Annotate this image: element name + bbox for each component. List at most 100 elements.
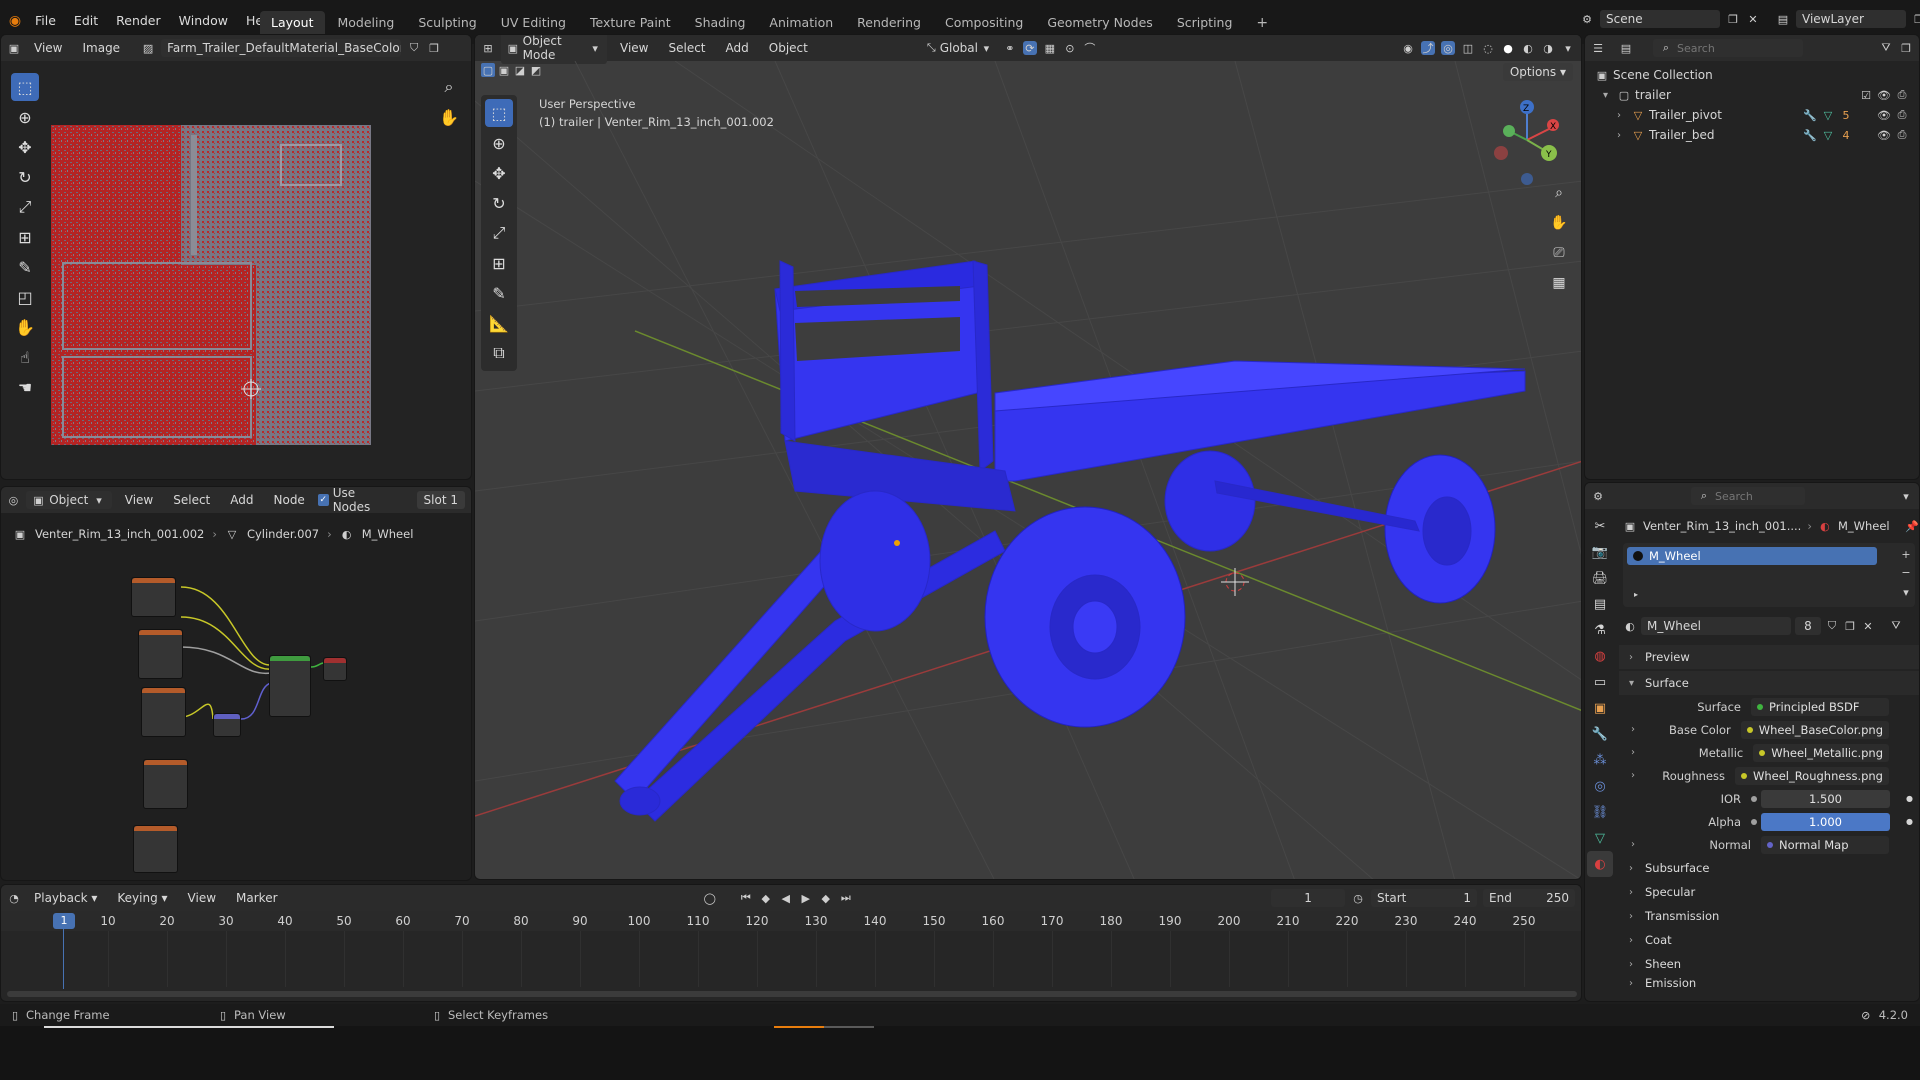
viewport-scene[interactable] <box>475 61 1582 880</box>
scale-tool-icon[interactable]: ⤢ <box>11 193 39 221</box>
image-name-field[interactable]: Farm_Trailer_DefaultMaterial_BaseColor.p… <box>161 39 402 57</box>
chevron-right-icon[interactable]: › <box>1631 770 1639 781</box>
properties-search-input[interactable] <box>1715 489 1795 503</box>
viewport-select-menu[interactable]: Select <box>661 39 712 57</box>
cursor-tool-icon[interactable]: ⊕ <box>11 103 39 131</box>
view-layer-tab-icon[interactable]: ▤ <box>1587 591 1613 617</box>
tab-layout[interactable]: Layout <box>260 11 325 35</box>
timeline-view-menu[interactable]: View <box>181 889 223 907</box>
relax-tool-icon[interactable]: ☝ <box>11 343 39 371</box>
grab-tool-icon[interactable]: ✋ <box>11 313 39 341</box>
start-frame-field[interactable]: Start 1 <box>1371 889 1478 907</box>
image-menu[interactable]: Image <box>75 39 127 57</box>
expand-list-icon[interactable]: ▸ <box>1629 587 1643 601</box>
viewport-object-menu[interactable]: Object <box>762 39 815 57</box>
node-link-icon[interactable]: ⛛ <box>1889 619 1903 633</box>
fake-user-shield-icon[interactable]: ⛉ <box>1825 619 1839 633</box>
coat-section[interactable]: › Coat <box>1619 928 1919 952</box>
tool-tab-icon[interactable]: ✂ <box>1587 513 1613 539</box>
next-keyframe-icon[interactable]: ◆ <box>819 891 833 905</box>
mesh-data-icon[interactable]: ▽ <box>1821 128 1835 142</box>
jump-end-icon[interactable]: ⏭ <box>839 891 853 905</box>
scene-selector[interactable]: Scene <box>1600 10 1720 28</box>
visibility-icon[interactable]: ◉ <box>1401 41 1415 55</box>
current-frame-field[interactable]: 1 <box>1271 889 1346 907</box>
mesh-data-icon[interactable]: ▽ <box>1821 108 1835 122</box>
display-mode-icon[interactable]: ▤ <box>1619 41 1633 55</box>
chevron-down-icon[interactable]: ▾ <box>1899 489 1913 503</box>
tab-scripting[interactable]: Scripting <box>1166 11 1244 35</box>
collection-row[interactable]: ▾ ▢ trailer ☑ 👁 ⎙ <box>1595 85 1909 105</box>
end-frame-field[interactable]: End 250 <box>1483 889 1576 907</box>
chevron-right-icon[interactable]: › <box>1617 110 1627 121</box>
view-layer-icon[interactable]: ▤ <box>1776 12 1790 26</box>
solid-shading-icon[interactable]: ● <box>1501 41 1515 55</box>
ortho-toggle-icon[interactable]: ▦ <box>1545 269 1573 297</box>
clock-icon[interactable]: ◷ <box>1351 891 1365 905</box>
falloff-icon[interactable]: ⌒ <box>1083 41 1097 55</box>
node-material-output[interactable] <box>323 657 347 681</box>
sheen-section[interactable]: › Sheen <box>1619 952 1919 976</box>
timeline-scrollbar[interactable] <box>7 991 1577 997</box>
world-tab-icon[interactable]: ◍ <box>1587 643 1613 669</box>
viewport-select-tool-icon[interactable]: ⬚ <box>485 99 513 127</box>
properties-editor-type-icon[interactable]: ⚙ <box>1591 489 1605 503</box>
viewport-rotate-tool-icon[interactable]: ↻ <box>485 189 513 217</box>
chevron-right-icon[interactable]: › <box>1631 747 1640 758</box>
chevron-right-icon[interactable]: › <box>1617 130 1627 141</box>
ior-field[interactable]: 1.500 <box>1761 789 1891 808</box>
tab-texture-paint[interactable]: Texture Paint <box>579 11 682 35</box>
eye-icon[interactable]: 👁 <box>1877 128 1891 142</box>
surface-section[interactable]: ▾ Surface <box>1619 671 1919 695</box>
overlay-toggle-icon[interactable]: ◎ <box>1441 41 1455 55</box>
duplicate-image-icon[interactable]: ❐ <box>427 41 441 55</box>
fake-user-icon[interactable]: ⛉ <box>407 41 421 55</box>
image-browse-icon[interactable]: ▨ <box>141 41 155 55</box>
xray-icon[interactable]: ◫ <box>1461 41 1475 55</box>
timeline-editor-type-icon[interactable]: ◔ <box>7 891 21 905</box>
transmission-section[interactable]: › Transmission <box>1619 904 1919 928</box>
viewport-editor-type-icon[interactable]: ⊞ <box>481 41 495 55</box>
node-normal-map[interactable] <box>213 713 241 737</box>
user-count-badge[interactable]: 8 <box>1795 617 1821 635</box>
menu-edit[interactable]: Edit <box>65 10 107 32</box>
rendered-shading-icon[interactable]: ◑ <box>1541 41 1555 55</box>
subsurface-section[interactable]: › Subsurface <box>1619 856 1919 880</box>
viewport-cursor-tool-icon[interactable]: ⊕ <box>485 129 513 157</box>
chevron-right-icon[interactable]: › <box>1631 839 1641 850</box>
node-principled-bsdf[interactable] <box>269 655 311 717</box>
keyframe-dot-icon[interactable]: ● <box>1906 817 1913 826</box>
proportional-edit-icon[interactable]: ⊙ <box>1063 41 1077 55</box>
pin-icon[interactable]: 📌 <box>1905 519 1919 533</box>
filter-icon[interactable]: ⛛ <box>1879 41 1893 55</box>
collection-checkbox-icon[interactable]: ☑ <box>1859 88 1873 102</box>
wireframe-shading-icon[interactable]: ◌ <box>1481 41 1495 55</box>
modifier-wrench-icon[interactable]: 🔧 <box>1803 108 1817 122</box>
unlink-material-icon[interactable]: ✕ <box>1861 619 1875 633</box>
select-tool-icon[interactable]: ⬚ <box>11 73 39 101</box>
menu-window[interactable]: Window <box>170 10 237 32</box>
viewport-measure-tool-icon[interactable]: 📐 <box>485 309 513 337</box>
tab-rendering[interactable]: Rendering <box>846 11 932 35</box>
preview-section[interactable]: › Preview <box>1619 645 1919 669</box>
blender-logo-icon[interactable]: ◉ <box>4 13 26 29</box>
slot-menu-icon[interactable]: ▾ <box>1899 585 1913 599</box>
play-reverse-icon[interactable]: ◀ <box>779 891 793 905</box>
material-slot-item[interactable]: M_Wheel <box>1627 547 1877 565</box>
pan-hand-icon[interactable]: ✋ <box>435 103 463 131</box>
material-name-field[interactable]: M_Wheel <box>1641 617 1791 635</box>
play-icon[interactable]: ▶ <box>799 891 813 905</box>
node-texture-2[interactable] <box>138 629 183 679</box>
modifier-wrench-icon[interactable]: 🔧 <box>1803 128 1817 142</box>
snap-target-icon[interactable]: ▦ <box>1043 41 1057 55</box>
viewport-scale-tool-icon[interactable]: ⤢ <box>485 219 513 247</box>
orientation-dropdown[interactable]: ⤡ Global ▾ <box>921 39 997 57</box>
collection-tab-icon[interactable]: ▭ <box>1587 669 1613 695</box>
children-count-badge[interactable]: 5 <box>1839 108 1853 122</box>
constraints-tab-icon[interactable]: ⛓ <box>1587 799 1613 825</box>
viewport-add-cube-tool-icon[interactable]: ⧉ <box>485 339 513 367</box>
viewport-annotate-tool-icon[interactable]: ✎ <box>485 279 513 307</box>
viewport-transform-tool-icon[interactable]: ⊞ <box>485 249 513 277</box>
tab-compositing[interactable]: Compositing <box>934 11 1034 35</box>
node-texture-4[interactable] <box>143 759 188 809</box>
